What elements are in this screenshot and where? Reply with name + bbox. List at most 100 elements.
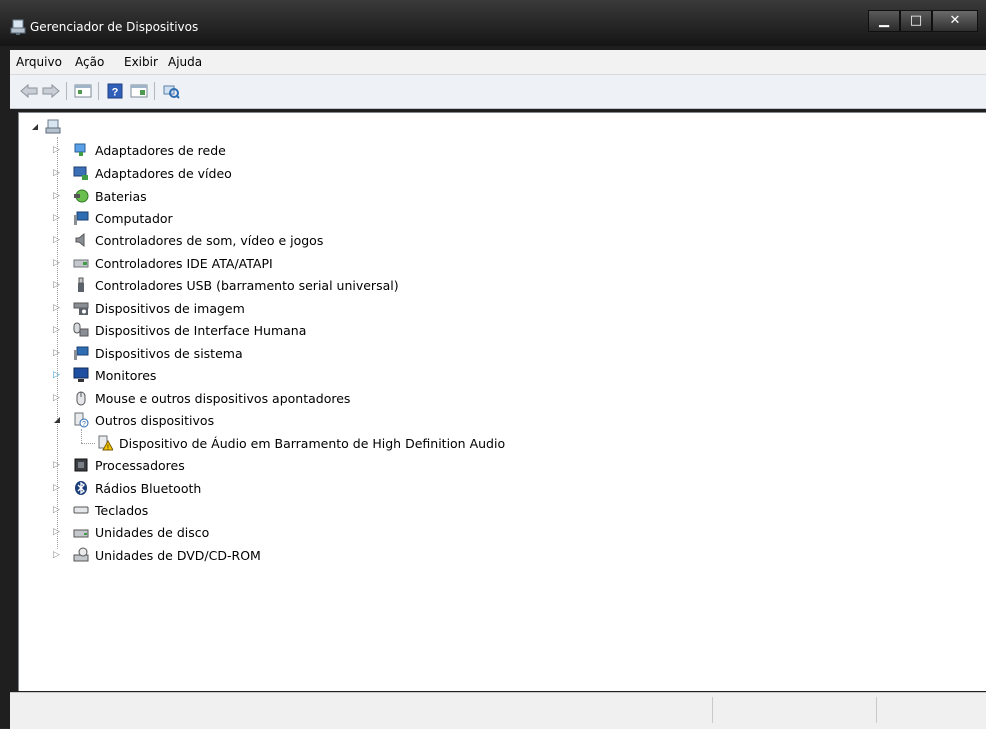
tree-item-label: Dispositivos de Interface Humana (95, 322, 307, 338)
menu-ajuda[interactable]: Ajuda (168, 55, 202, 69)
collapse-icon[interactable] (31, 123, 39, 131)
tree-item-unidades-de-disco[interactable]: ▷ Unidades de disco (53, 522, 209, 542)
usb-icon (78, 277, 84, 292)
tree-item-processadores[interactable]: ▷ Processadores (53, 455, 185, 475)
expand-icon[interactable]: ▷ (53, 235, 63, 245)
battery-icon (74, 189, 89, 203)
system-device-icon (74, 346, 89, 360)
tree-item-dispositivos-de-imagem[interactable]: ▷ Dispositivos de imagem (53, 298, 245, 318)
expand-icon[interactable]: ▷ (53, 325, 63, 335)
tree-item-baterias[interactable]: ▷ Baterias (53, 186, 147, 206)
tree-item-label: Adaptadores de vídeo (95, 165, 232, 181)
speaker-icon (75, 232, 85, 248)
tree-item-outros-dispositivos[interactable]: ? Outros dispositivos (53, 410, 214, 430)
tree-item-label: Dispositivo de Áudio em Barramento de Hi… (119, 435, 506, 451)
tree-item-label: Mouse e outros dispositivos apontadores (95, 390, 351, 406)
hid-icon (73, 322, 89, 337)
expand-icon[interactable]: ▷ (53, 258, 63, 268)
expand-icon[interactable]: ▷ (53, 280, 63, 290)
tree-item-radios-bluetooth[interactable]: ▷ Rádios Bluetooth (53, 478, 201, 498)
camera-icon (73, 302, 89, 315)
scan-hardware-icon[interactable] (162, 83, 180, 99)
mouse-icon (76, 391, 86, 406)
tree-item-label: Monitores (95, 367, 157, 383)
disk-drive-icon (73, 529, 89, 538)
tree-item-monitores[interactable]: ▷ Monitores (53, 365, 156, 385)
tree-item-unidades-de-dvd[interactable]: ▷ Unidades de DVD/CD-ROM (53, 545, 261, 565)
device-manager-icon (10, 19, 26, 35)
expand-icon[interactable]: ▷ (53, 460, 63, 470)
tree-item-label: Controladores IDE ATA/ATAPI (95, 255, 273, 271)
maximize-button[interactable]: □ (900, 10, 932, 32)
menu-exibir[interactable]: Exibir (124, 55, 158, 69)
tree-item-controladores-usb[interactable]: ▷ Controladores USB (barramento serial u… (53, 275, 399, 295)
tree-item-dispositivo-de-audio[interactable]: ! Dispositivo de Áudio em Barramento de … (97, 433, 505, 453)
ide-controller-icon (73, 259, 89, 268)
menu-arquivo[interactable]: Arquivo (16, 55, 62, 69)
dvd-drive-icon (73, 547, 89, 562)
close-button[interactable]: ✕ (932, 10, 978, 32)
expand-icon[interactable]: ▷ (53, 393, 63, 403)
tree-item-computador[interactable]: ▷ Computador (53, 208, 173, 228)
tree-root[interactable] (31, 117, 67, 137)
expand-icon[interactable]: ▷ (53, 191, 63, 201)
properties-icon[interactable] (74, 83, 92, 99)
tree-line (81, 443, 95, 444)
minimize-icon: ▁ (879, 13, 889, 28)
monitor-icon (73, 367, 89, 382)
toolbar: ? (10, 75, 986, 109)
help-icon[interactable]: ? (106, 83, 124, 99)
tree-item-dispositivos-de-interface-humana[interactable]: ▷ Dispositivos de Interface Humana (53, 320, 306, 340)
tree-item-label: Unidades de DVD/CD-ROM (95, 547, 261, 563)
tree-item-label: Dispositivos de sistema (95, 345, 243, 361)
status-bar (10, 692, 986, 729)
expand-icon[interactable]: ▷ (53, 168, 63, 178)
computer-icon (74, 211, 89, 225)
title-bar[interactable]: Gerenciador de Dispositivos ▁ □ ✕ (0, 0, 986, 46)
bluetooth-icon (75, 481, 87, 495)
expand-icon[interactable]: ▷ (53, 348, 63, 358)
expand-icon[interactable]: ▷ (53, 483, 63, 493)
tree-item-teclados[interactable]: ▷ Teclados (53, 500, 148, 520)
minimize-button[interactable]: ▁ (868, 10, 900, 32)
status-separator (712, 697, 713, 723)
close-icon: ✕ (949, 13, 961, 28)
svg-text:?: ? (82, 421, 86, 428)
processor-icon (74, 458, 88, 472)
tree-item-controladores-de-som[interactable]: ▷ Controladores de som, vídeo e jogos (53, 230, 323, 250)
tree-item-mouse[interactable]: ▷ Mouse e outros dispositivos apontadore… (53, 388, 350, 408)
tree-item-controladores-ide[interactable]: ▷ Controladores IDE ATA/ATAPI (53, 253, 273, 273)
tree-item-label: Processadores (95, 457, 185, 473)
computer-icon (45, 119, 61, 134)
expand-icon[interactable]: ▷ (53, 145, 63, 155)
collapse-icon[interactable] (53, 416, 61, 424)
unknown-device-icon: ? (74, 412, 89, 428)
menu-acao[interactable]: Ação (75, 55, 104, 69)
expand-icon[interactable]: ▷ (53, 303, 63, 313)
tree-item-label: Computador (95, 210, 173, 226)
tree-item-label: Unidades de disco (95, 524, 210, 540)
tree-item-dispositivos-de-sistema[interactable]: ▷ Dispositivos de sistema (53, 343, 243, 363)
keyboard-icon (73, 506, 89, 514)
expand-icon[interactable]: ▷ (53, 550, 63, 560)
expand-icon[interactable]: ▷ (53, 213, 63, 223)
svg-text:?: ? (112, 87, 119, 99)
view-icon[interactable] (130, 83, 148, 99)
expand-icon[interactable]: ▷ (53, 370, 63, 380)
window-title: Gerenciador de Dispositivos (30, 20, 199, 34)
warning-device-icon: ! (98, 435, 113, 451)
tree-item-label: Adaptadores de rede (95, 142, 226, 158)
expand-icon[interactable]: ▷ (53, 527, 63, 537)
expand-icon[interactable]: ▷ (53, 505, 63, 515)
device-manager-window: Gerenciador de Dispositivos ▁ □ ✕ Arquiv… (0, 0, 986, 729)
tree-item-adaptadores-de-video[interactable]: ▷ Adaptadores de vídeo (53, 163, 232, 183)
tree-item-label: Rádios Bluetooth (95, 480, 202, 496)
maximize-icon: □ (909, 13, 923, 28)
tree-item-label: Controladores de som, vídeo e jogos (95, 232, 324, 248)
device-tree[interactable]: ▷ Adaptadores de rede ▷ Adaptadores de v… (18, 112, 986, 691)
tree-item-label: Teclados (95, 502, 149, 518)
back-icon[interactable] (20, 83, 38, 99)
toolbar-separator (98, 82, 99, 100)
forward-icon[interactable] (42, 83, 60, 99)
tree-item-adaptadores-de-rede[interactable]: ▷ Adaptadores de rede (53, 140, 226, 160)
